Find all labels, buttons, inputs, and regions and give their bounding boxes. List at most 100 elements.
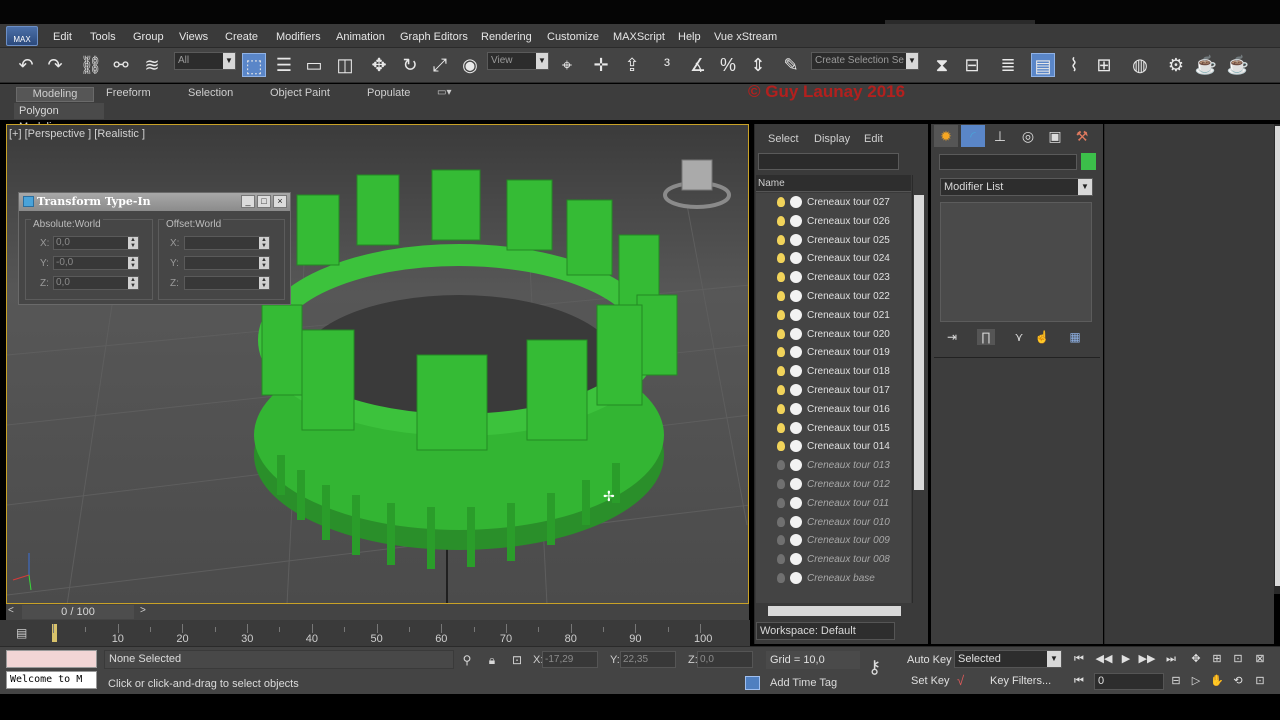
offset-y-field[interactable]: ▲ ▼ xyxy=(184,256,270,270)
menu-customize[interactable]: Customize xyxy=(547,31,599,43)
light-bulb-icon[interactable] xyxy=(777,309,785,320)
polygon-modeling-panel[interactable]: Polygon Modeling xyxy=(14,103,104,133)
rect-selection-icon[interactable]: ▭ xyxy=(302,53,326,77)
menu-create[interactable]: Create xyxy=(225,31,258,43)
time-slider-next-icon[interactable]: > xyxy=(140,605,146,616)
explorer-row[interactable]: Creneaux tour 009 xyxy=(756,532,911,551)
ribbon-tab-populate[interactable]: Populate xyxy=(367,87,410,102)
time-configuration-icon[interactable]: ⊟ xyxy=(1166,672,1186,690)
default-in-out-tangent-icon[interactable]: √ xyxy=(957,673,964,688)
move-icon[interactable]: ✥ xyxy=(367,53,391,77)
zoom-icon[interactable]: ✥ xyxy=(1186,650,1206,668)
modifier-list-dropdown[interactable]: Modifier List ▼ xyxy=(940,178,1093,196)
schematic-icon[interactable]: ⊞ xyxy=(1092,53,1116,77)
menu-tools[interactable]: Tools xyxy=(90,31,116,43)
next-frame-icon[interactable]: ▶▶ xyxy=(1137,650,1157,668)
object-color-swatch[interactable] xyxy=(1081,153,1096,170)
remove-modifier-icon[interactable]: ☝ xyxy=(1033,329,1051,345)
light-bulb-icon[interactable] xyxy=(777,516,785,527)
explorer-name-column-header[interactable]: Name xyxy=(756,175,911,192)
window-crossing-icon[interactable]: ◫ xyxy=(333,53,357,77)
menu-graph-editors[interactable]: Graph Editors xyxy=(400,31,468,43)
mirror-icon[interactable]: ⧗ xyxy=(930,53,954,77)
offset-z-field[interactable]: ▲ ▼ xyxy=(184,276,270,290)
spinner-snap-icon[interactable]: ⇕ xyxy=(746,53,770,77)
percent-snap-icon[interactable]: % xyxy=(716,53,740,77)
display-tab-icon[interactable]: ▣ xyxy=(1043,125,1067,147)
create-tab-icon[interactable]: ✹ xyxy=(934,125,958,147)
snap-icon[interactable]: ³ xyxy=(655,53,679,77)
show-end-result-icon[interactable]: ∏ xyxy=(977,329,995,345)
minimize-button[interactable]: _ xyxy=(241,195,255,208)
light-bulb-icon[interactable] xyxy=(777,403,785,414)
x-coord-field[interactable]: -17,29 xyxy=(542,651,598,668)
selection-lock-icon[interactable]: 🔒︎ xyxy=(484,652,500,668)
render-setup-icon[interactable]: ⚙ xyxy=(1164,53,1188,77)
rotate-icon[interactable]: ↻ xyxy=(398,53,422,77)
explorer-row[interactable]: Creneaux tour 016 xyxy=(756,401,911,420)
explorer-row[interactable]: Creneaux tour 021 xyxy=(756,307,911,326)
explorer-row[interactable]: Creneaux tour 012 xyxy=(756,476,911,495)
explorer-row[interactable]: Creneaux tour 018 xyxy=(756,363,911,382)
select-by-name-icon[interactable]: ☰ xyxy=(272,53,296,77)
key-mode-toggle-icon[interactable]: ⏮ xyxy=(1069,672,1089,690)
make-unique-icon[interactable]: ⋎ xyxy=(1010,329,1028,345)
close-button[interactable]: × xyxy=(273,195,287,208)
ribbon-tab-freeform[interactable]: Freeform xyxy=(106,87,151,102)
explorer-row[interactable]: Creneaux tour 027 xyxy=(756,194,911,213)
light-bulb-icon[interactable] xyxy=(777,479,785,489)
explorer-row[interactable]: Creneaux tour 019 xyxy=(756,344,911,363)
add-time-tag-button[interactable]: Add Time Tag xyxy=(770,677,837,689)
set-key-icon[interactable]: ⚷ xyxy=(868,657,881,678)
align-icon[interactable]: ⊟ xyxy=(960,53,984,77)
light-bulb-icon[interactable] xyxy=(777,253,785,264)
light-bulb-icon[interactable] xyxy=(777,234,785,245)
explorer-vertical-scroll-thumb[interactable] xyxy=(914,195,924,490)
menu-help[interactable]: Help xyxy=(678,31,701,43)
menu-group[interactable]: Group xyxy=(133,31,164,43)
go-to-end-icon[interactable]: ⏭ xyxy=(1161,650,1181,668)
menu-views[interactable]: Views xyxy=(179,31,208,43)
menu-animation[interactable]: Animation xyxy=(336,31,385,43)
unlink-icon[interactable]: ⚯ xyxy=(109,53,133,77)
abs-z-field[interactable]: 0,0 ▲ ▼ xyxy=(53,276,139,290)
ribbon-tab-object-paint[interactable]: Object Paint xyxy=(270,87,330,102)
explorer-row[interactable]: Creneaux base xyxy=(756,570,911,589)
maxscript-listener-pink[interactable] xyxy=(6,650,97,668)
edit-named-sets-icon[interactable]: ✎ xyxy=(779,53,803,77)
light-bulb-icon[interactable] xyxy=(777,215,785,226)
pan-view-icon[interactable]: ✋ xyxy=(1207,672,1227,690)
menu-vue-xstream[interactable]: Vue xStream xyxy=(714,31,777,43)
time-tag-icon[interactable] xyxy=(745,676,760,690)
menu-maxscript[interactable]: MAXScript xyxy=(613,31,665,43)
render-icon[interactable]: ☕ xyxy=(1226,53,1250,77)
explorer-row[interactable]: Creneaux tour 013 xyxy=(756,457,911,476)
explorer-row[interactable]: Creneaux tour 026 xyxy=(756,213,911,232)
redo-icon[interactable]: ↷ xyxy=(43,53,67,77)
play-icon[interactable]: ▶ xyxy=(1116,650,1136,668)
light-bulb-icon[interactable] xyxy=(777,422,785,433)
explorer-menu-select[interactable]: Select xyxy=(768,133,799,145)
ribbon-tab-modeling[interactable]: Modeling xyxy=(16,87,94,102)
hierarchy-tab-icon[interactable]: ⊥ xyxy=(988,125,1012,147)
key-mode-dropdown[interactable]: Selected ▼ xyxy=(954,650,1062,668)
modify-tab-icon[interactable]: ◜ xyxy=(961,125,985,147)
z-coord-field[interactable]: 0,0 xyxy=(697,651,753,668)
light-bulb-icon[interactable] xyxy=(777,385,785,395)
menu-rendering[interactable]: Rendering xyxy=(481,31,532,43)
light-bulb-icon[interactable] xyxy=(777,197,785,207)
absolute-mode-icon[interactable]: ⊡ xyxy=(509,652,525,668)
explorer-row[interactable]: Creneaux tour 017 xyxy=(756,382,911,401)
configure-modifier-sets-icon[interactable]: ▦ xyxy=(1066,329,1084,345)
maximize-viewport-icon[interactable]: ⊡ xyxy=(1250,672,1270,690)
offset-x-field[interactable]: ▲ ▼ xyxy=(184,236,270,250)
use-pivot-icon[interactable]: ⌖ xyxy=(555,53,579,77)
explorer-row[interactable]: Creneaux tour 023 xyxy=(756,269,911,288)
modifier-stack[interactable] xyxy=(940,202,1092,322)
material-editor-icon[interactable]: ◍ xyxy=(1128,53,1152,77)
explorer-menu-edit[interactable]: Edit xyxy=(864,133,883,145)
zoom-extents-all-icon[interactable]: ⊠ xyxy=(1250,650,1270,668)
explorer-row[interactable]: Creneaux tour 015 xyxy=(756,420,911,439)
layer-icon[interactable]: ≣ xyxy=(996,53,1020,77)
key-filters-button[interactable]: Key Filters... xyxy=(990,675,1051,687)
